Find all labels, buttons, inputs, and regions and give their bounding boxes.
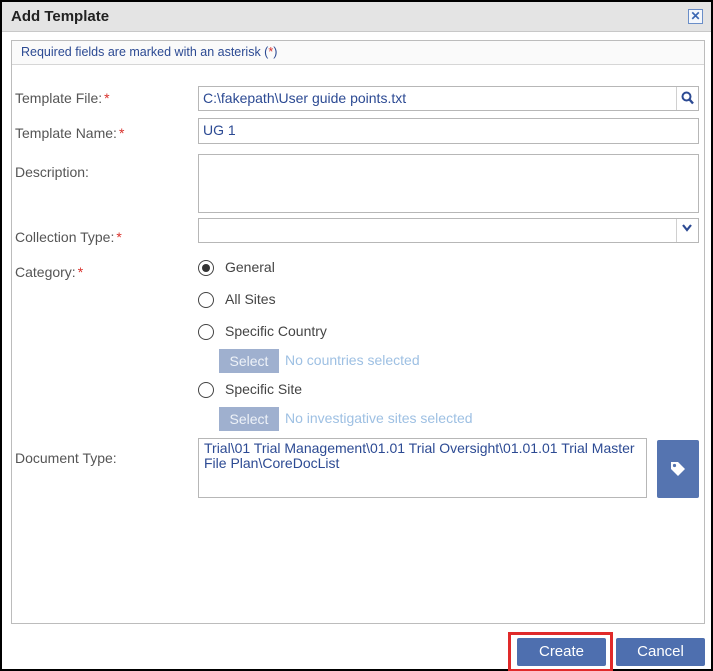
radio-button[interactable] xyxy=(198,292,214,308)
template-name-input[interactable]: UG 1 xyxy=(198,118,699,144)
required-fields-note: Required fields are marked with an aster… xyxy=(12,41,704,65)
select-countries-button[interactable]: Select xyxy=(219,349,279,373)
document-type-field[interactable]: Trial\01 Trial Management\01.01 Trial Ov… xyxy=(198,438,647,498)
cancel-button[interactable]: Cancel xyxy=(616,638,705,666)
template-file-field[interactable]: C:\fakepath\User guide points.txt xyxy=(198,86,699,111)
required-asterisk: * xyxy=(118,125,125,141)
template-file-label: Template File: * xyxy=(15,90,110,106)
required-asterisk: * xyxy=(116,229,122,245)
category-label-text: Category: xyxy=(15,264,76,280)
required-note-text: Required fields are marked with an aster… xyxy=(21,45,269,59)
radio-button[interactable] xyxy=(198,382,214,398)
template-file-value: C:\fakepath\User guide points.txt xyxy=(203,90,407,106)
required-asterisk: * xyxy=(104,90,110,106)
dialog-titlebar: Add Template ✕ xyxy=(2,2,711,32)
template-name-label-text: Template Name: xyxy=(15,125,117,141)
dialog-title: Add Template xyxy=(11,8,110,25)
category-option-label: Specific Site xyxy=(225,381,303,397)
countries-status-text: No countries selected xyxy=(285,352,420,368)
radio-button-checked[interactable] xyxy=(198,260,214,276)
category-option-label: Specific Country xyxy=(225,323,327,339)
template-name-value: UG 1 xyxy=(203,122,236,138)
document-type-label: Document Type: xyxy=(15,450,117,466)
category-option-label: All Sites xyxy=(225,291,276,307)
radio-button[interactable] xyxy=(198,324,214,340)
category-label: Category: * xyxy=(15,264,83,280)
template-file-label-text: Template File: xyxy=(15,90,103,106)
required-note-close: ) xyxy=(273,45,278,59)
required-asterisk: * xyxy=(77,264,84,280)
collection-type-select[interactable] xyxy=(198,218,699,243)
tag-icon[interactable] xyxy=(657,440,699,498)
collection-type-label-text: Collection Type: xyxy=(15,229,115,245)
close-icon[interactable]: ✕ xyxy=(688,9,703,24)
sites-status-text: No investigative sites selected xyxy=(285,410,473,426)
select-sites-button[interactable]: Select xyxy=(219,407,279,431)
add-template-dialog: Add Template ✕ Required fields are marke… xyxy=(0,0,713,671)
template-name-label: Template Name: * xyxy=(15,125,124,141)
description-label: Description: xyxy=(15,164,89,180)
description-textarea[interactable] xyxy=(198,154,699,213)
create-button[interactable]: Create xyxy=(517,638,606,666)
chevron-down-icon[interactable] xyxy=(676,219,698,242)
search-icon[interactable] xyxy=(676,87,698,110)
collection-type-label: Collection Type: * xyxy=(15,229,122,245)
category-option-label: General xyxy=(225,259,275,275)
